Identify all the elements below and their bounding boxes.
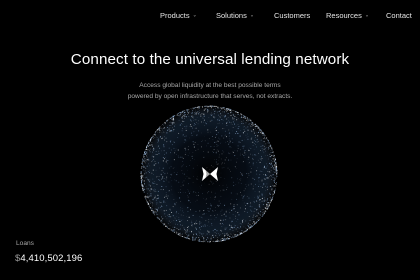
loans-amount: 4,410,502,196	[20, 253, 83, 264]
nav-solutions-label: Solutions	[216, 11, 247, 20]
hero-title: Connect to the universal lending network	[70, 51, 350, 68]
chevron-down-icon: ⌄	[192, 12, 197, 19]
hero-subtitle: Access global liquidity at the best poss…	[0, 81, 420, 102]
loans-value: $4,410,502,196	[15, 253, 82, 264]
nav-customers-label: Customers	[274, 11, 311, 20]
particle-globe	[140, 105, 278, 243]
nav-resources-label: Resources	[326, 11, 362, 20]
nav-products-label: Products	[160, 11, 190, 20]
nav-contact[interactable]: Contact	[386, 11, 412, 20]
nav-resources[interactable]: Resources ⌄	[326, 11, 369, 20]
butterfly-logo-icon[interactable]	[199, 164, 221, 184]
chevron-down-icon: ⌄	[364, 12, 370, 19]
hero-subtitle-line-1: Access global liquidity at the best poss…	[139, 82, 281, 89]
loans-label: Loans	[16, 240, 34, 247]
nav-solutions[interactable]: Solutions ⌄	[216, 11, 254, 20]
top-navigation: Products ⌄ Solutions ⌄ Customers Resourc…	[0, 0, 420, 34]
nav-customers[interactable]: Customers	[274, 11, 310, 20]
nav-products[interactable]: Products ⌄	[160, 11, 197, 20]
nav-contact-label: Contact	[386, 11, 412, 20]
hero-subtitle-line-2: powered by open infrastructure that serv…	[127, 92, 293, 100]
page: Products ⌄ Solutions ⌄ Customers Resourc…	[0, 0, 420, 280]
chevron-down-icon: ⌄	[249, 12, 255, 19]
